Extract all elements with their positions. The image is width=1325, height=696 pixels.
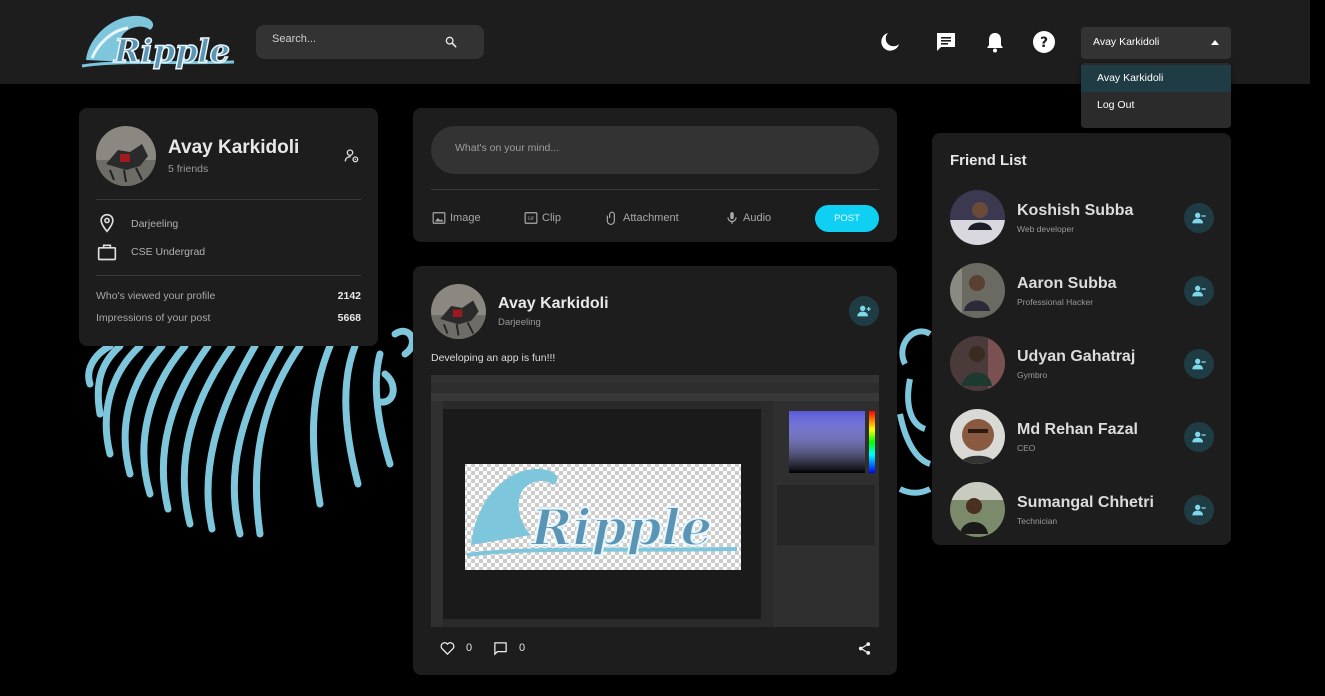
location-pin-icon [100, 213, 114, 233]
svg-text:Ripple: Ripple [529, 498, 712, 557]
caret-up-icon [1211, 40, 1219, 45]
image-icon [432, 212, 446, 224]
friend-role: Professional Hacker [1017, 297, 1094, 307]
svg-text:Ripple: Ripple [113, 32, 230, 70]
post-image[interactable]: Ripple [431, 375, 879, 627]
friend-list-title: Friend List [950, 152, 1027, 169]
profile-avatar[interactable] [96, 126, 156, 186]
share-icon [858, 642, 871, 655]
stat-value-impressions: 5668 [337, 312, 361, 324]
profile-divider [96, 275, 361, 276]
friend-name[interactable]: Koshish Subba [1017, 202, 1133, 220]
friend-avatar[interactable] [950, 190, 1005, 245]
moon-icon[interactable] [878, 30, 902, 54]
friend-avatar[interactable] [950, 482, 1005, 537]
stat-label-profile-views: Who's viewed your profile [96, 290, 216, 302]
search-bar[interactable] [256, 25, 484, 59]
search-input[interactable] [272, 33, 432, 45]
post-button[interactable]: POST [815, 205, 879, 232]
post-author-name[interactable]: Avay Karkidoli [498, 295, 609, 313]
person-remove-icon [1192, 431, 1206, 443]
profile-location: Darjeeling [131, 218, 179, 230]
search-icon[interactable] [443, 34, 459, 50]
friend-item[interactable]: Koshish Subba Web developer [932, 190, 1231, 246]
briefcase-icon [97, 244, 117, 261]
status-input-wrapper[interactable] [431, 126, 879, 174]
manage-account-icon[interactable] [344, 148, 360, 164]
remove-friend-button[interactable] [1184, 276, 1214, 306]
microphone-icon [727, 212, 737, 224]
person-remove-icon [1192, 285, 1206, 297]
friend-role: CEO [1017, 443, 1036, 453]
friend-item[interactable]: Sumangal Chhetri Technician [932, 482, 1231, 538]
profile-occupation: CSE Undergrad [131, 246, 206, 258]
friend-avatar[interactable] [950, 263, 1005, 318]
dropdown-item-profile[interactable]: Avay Karkidoli [1081, 65, 1231, 92]
remove-friend-button[interactable] [1184, 422, 1214, 452]
svg-text:GIF: GIF [528, 216, 535, 221]
friend-item[interactable]: Md Rehan Fazal CEO [932, 409, 1231, 465]
post-text: Developing an app is fun!!! [431, 352, 556, 364]
user-account-select[interactable]: Avay Karkidoli [1081, 27, 1231, 59]
person-remove-icon [1192, 504, 1206, 516]
post-composer: Image GIF Clip Attachment Audio POST [413, 108, 897, 242]
svg-text:?: ? [1040, 35, 1048, 51]
post-location: Darjeeling [498, 317, 541, 328]
stat-value-profile-views: 2142 [337, 290, 361, 302]
friend-item[interactable]: Aaron Subba Professional Hacker [932, 263, 1231, 319]
friend-item[interactable]: Udyan Gahatraj Gymbro [932, 336, 1231, 392]
profile-divider [96, 199, 361, 200]
user-dropdown-menu: Avay Karkidoli Log Out [1081, 63, 1231, 128]
profile-name[interactable]: Avay Karkidoli [168, 137, 299, 159]
comment-count: 0 [519, 642, 526, 654]
post-card: Avay Karkidoli Darjeeling Developing an … [413, 266, 897, 675]
heart-icon [440, 642, 455, 656]
friend-role: Technician [1017, 516, 1058, 526]
friend-name[interactable]: Sumangal Chhetri [1017, 494, 1154, 512]
profile-card: Avay Karkidoli 5 friends Darjeeling CSE … [79, 108, 378, 346]
like-count: 0 [466, 642, 473, 654]
friend-list-card: Friend List Koshish Subba Web developer … [932, 133, 1231, 545]
remove-friend-button[interactable] [1184, 349, 1214, 379]
friend-avatar[interactable] [950, 336, 1005, 391]
composer-divider [431, 189, 879, 190]
friend-name[interactable]: Md Rehan Fazal [1017, 421, 1138, 439]
person-remove-icon [1192, 358, 1206, 370]
person-remove-icon [1192, 212, 1206, 224]
friend-role: Gymbro [1017, 370, 1048, 380]
friend-name[interactable]: Aaron Subba [1017, 275, 1117, 293]
status-input[interactable] [455, 142, 835, 154]
gif-icon: GIF [524, 212, 538, 224]
profile-friend-count: 5 friends [168, 163, 209, 175]
comment-icon [494, 642, 507, 656]
remove-friend-button[interactable] [1184, 203, 1214, 233]
paperclip-icon [606, 211, 615, 225]
stat-label-impressions: Impressions of your post [96, 312, 211, 324]
friend-avatar[interactable] [950, 409, 1005, 464]
user-select-value: Avay Karkidoli [1093, 36, 1160, 48]
friend-role: Web developer [1017, 224, 1075, 234]
add-friend-button[interactable] [849, 296, 879, 326]
ripple-logo[interactable]: Ripple [78, 10, 238, 72]
person-add-icon [857, 305, 871, 317]
post-author-avatar[interactable] [431, 284, 486, 339]
dropdown-item-logout[interactable]: Log Out [1081, 92, 1231, 119]
remove-friend-button[interactable] [1184, 495, 1214, 525]
friend-name[interactable]: Udyan Gahatraj [1017, 348, 1135, 366]
bell-icon[interactable] [983, 30, 1007, 54]
help-icon[interactable]: ? [1032, 30, 1056, 54]
chat-icon[interactable] [934, 30, 958, 54]
